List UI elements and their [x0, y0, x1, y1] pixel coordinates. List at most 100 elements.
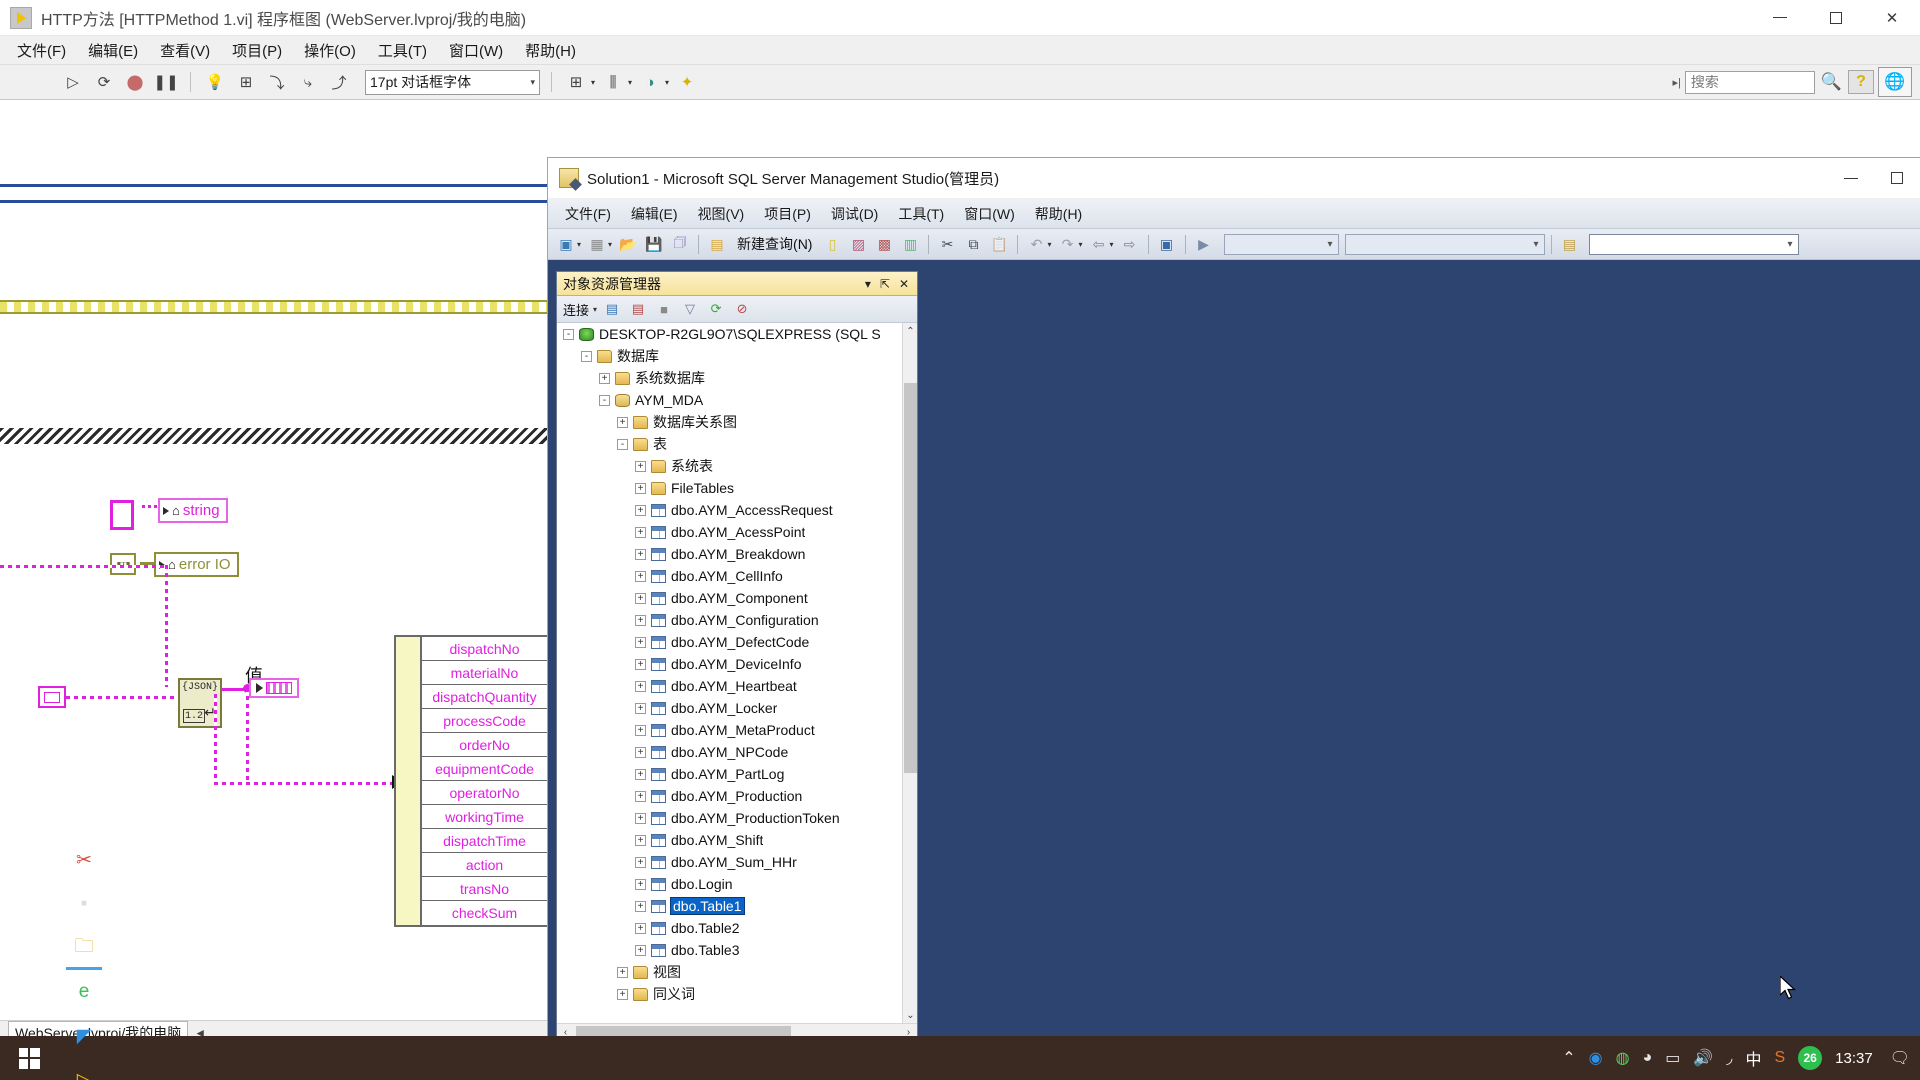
taskbar-snip-icon[interactable]: ✂ — [58, 838, 110, 882]
globe-icon[interactable]: 🌐 — [1878, 67, 1912, 97]
ssms-maximize-button[interactable] — [1874, 158, 1920, 199]
open-file-icon[interactable]: 📂 — [616, 232, 640, 256]
chevron-down-icon[interactable]: ▾ — [865, 277, 871, 291]
labview-maximize-button[interactable] — [1808, 0, 1864, 35]
tray-sogou-icon[interactable]: S — [1774, 1049, 1785, 1067]
cluster-field[interactable]: checkSum — [422, 901, 547, 925]
tree-node[interactable]: + dbo.AYM_NPCode — [557, 741, 917, 763]
expand-icon[interactable]: + — [635, 504, 646, 516]
stop-icon[interactable]: ■ — [653, 299, 675, 319]
cluster-field[interactable]: orderNo — [422, 733, 547, 757]
tree-node[interactable]: + dbo.AYM_Production — [557, 785, 917, 807]
connect-button[interactable]: 连接 — [563, 300, 589, 319]
menu-view[interactable]: 视图(V) — [688, 201, 755, 227]
save-icon[interactable]: 💾 — [642, 232, 666, 256]
tree-node[interactable]: - 数据库 — [557, 345, 917, 367]
menu-window[interactable]: 窗口(W) — [954, 201, 1025, 227]
tree-node[interactable]: + dbo.AYM_Sum_HHr — [557, 851, 917, 873]
expand-icon[interactable]: + — [635, 856, 646, 868]
tree-node[interactable]: + 视图 — [557, 961, 917, 983]
tray-chrome-icon[interactable]: ◉ — [1589, 1048, 1603, 1068]
cleanup-diagram-icon[interactable]: ✦ — [674, 69, 700, 95]
scroll-down-icon[interactable]: ⌄ — [903, 1007, 917, 1023]
expand-icon[interactable]: + — [635, 526, 646, 538]
pause-icon[interactable]: ❚❚ — [153, 69, 179, 95]
menu-tools[interactable]: 工具(T) — [888, 201, 954, 227]
tree-node[interactable]: + dbo.AYM_Breakdown — [557, 543, 917, 565]
expand-icon[interactable]: + — [635, 614, 646, 626]
db-engine-query-icon[interactable]: ▯ — [820, 232, 844, 256]
collapse-icon[interactable]: - — [599, 394, 610, 406]
expand-icon[interactable]: + — [635, 482, 646, 494]
tree-node-selected[interactable]: + dbo.Table1 — [557, 895, 917, 917]
expand-icon[interactable]: + — [617, 988, 628, 1000]
expand-icon[interactable]: + — [635, 680, 646, 692]
tray-badge[interactable]: 26 — [1798, 1046, 1823, 1070]
xmla-query-icon[interactable]: ▥ — [898, 232, 922, 256]
properties-icon[interactable]: ▣ — [1155, 232, 1179, 256]
expand-icon[interactable]: + — [635, 658, 646, 670]
tree-node[interactable]: + dbo.AYM_DefectCode — [557, 631, 917, 653]
chevron-down-icon[interactable]: ▾ — [593, 305, 597, 314]
scroll-thumb[interactable] — [904, 383, 917, 773]
tree-node[interactable]: + dbo.AYM_Component — [557, 587, 917, 609]
tree-node[interactable]: - DESKTOP-R2GL9O7\SQLEXPRESS (SQL S — [557, 323, 917, 345]
expand-icon[interactable]: + — [635, 790, 646, 802]
menu-edit[interactable]: 编辑(E) — [77, 37, 149, 64]
filter-icon[interactable]: ▽ — [679, 299, 701, 319]
tree-node[interactable]: + dbo.AYM_Configuration — [557, 609, 917, 631]
tree-node[interactable]: + dbo.AYM_DeviceInfo — [557, 653, 917, 675]
redo-icon[interactable]: ↷ — [1055, 232, 1079, 256]
find-combo[interactable]: ▾ — [1588, 233, 1799, 255]
expand-icon[interactable]: + — [599, 372, 610, 384]
tree-node[interactable]: + 同义词 — [557, 983, 917, 1005]
value-indicator[interactable] — [249, 678, 299, 698]
font-selector[interactable]: 17pt 对话框字体 ▾ — [365, 69, 540, 95]
cut-icon[interactable]: ✂ — [935, 232, 959, 256]
taskbar-labview-icon[interactable]: ▷ — [58, 1058, 110, 1080]
menu-file[interactable]: 文件(F) — [6, 37, 77, 64]
tree-node[interactable]: + dbo.AYM_CellInfo — [557, 565, 917, 587]
step-over-icon[interactable]: ⤷ — [295, 69, 321, 95]
cluster-field[interactable]: dispatchQuantity — [422, 685, 547, 709]
menu-tools[interactable]: 工具(T) — [367, 37, 438, 64]
tree-node[interactable]: - AYM_MDA — [557, 389, 917, 411]
start-button[interactable] — [0, 1036, 58, 1080]
error-io-terminal[interactable]: ◧◨ — [110, 553, 136, 575]
step-into-icon[interactable]: ⤵ — [264, 69, 290, 95]
run-icon[interactable]: ▷ — [60, 69, 86, 95]
tree-node[interactable]: + dbo.Table3 — [557, 939, 917, 961]
expand-icon[interactable]: + — [635, 460, 646, 472]
tree-node[interactable]: + dbo.AYM_MetaProduct — [557, 719, 917, 741]
string-label-box[interactable]: ⌂ string — [158, 498, 228, 523]
expand-icon[interactable]: + — [635, 570, 646, 582]
action-center-icon[interactable]: 🗨 — [1886, 1048, 1910, 1068]
tray-qq-icon[interactable]: ◕ — [1643, 1049, 1653, 1067]
new-project-icon[interactable]: ▣ — [554, 232, 578, 256]
cluster-field[interactable]: workingTime — [422, 805, 547, 829]
expand-icon[interactable]: + — [635, 944, 646, 956]
ssms-minimize-button[interactable] — [1828, 158, 1874, 199]
retain-wire-values-icon[interactable]: ⊞ — [233, 69, 259, 95]
open-solution-icon[interactable]: ▤ — [1558, 232, 1582, 256]
expand-icon[interactable]: + — [635, 746, 646, 758]
menu-project[interactable]: 项目(P) — [221, 37, 293, 64]
tree-node[interactable]: + dbo.Login — [557, 873, 917, 895]
paste-icon[interactable]: 📋 — [987, 232, 1011, 256]
expand-icon[interactable]: + — [635, 636, 646, 648]
tree-vertical-scrollbar[interactable]: ⌃ ⌄ — [902, 323, 917, 1023]
tree-node[interactable]: + dbo.AYM_ProductionToken — [557, 807, 917, 829]
expand-icon[interactable]: + — [635, 548, 646, 560]
expand-icon[interactable]: + — [635, 812, 646, 824]
tree-node[interactable]: + dbo.AYM_Shift — [557, 829, 917, 851]
mdx-query-icon[interactable]: ▩ — [872, 232, 896, 256]
disconnect-icon[interactable]: ▤ — [627, 299, 649, 319]
tree-node[interactable]: + dbo.AYM_AccessRequest — [557, 499, 917, 521]
labview-minimize-button[interactable] — [1752, 0, 1808, 35]
chevron-down-icon[interactable]: ▾ — [577, 240, 581, 249]
tray-chevron-icon[interactable]: ⌃ — [1562, 1048, 1575, 1068]
taskbar-app-blue-icon[interactable]: ◤ — [58, 1014, 110, 1058]
tree-node[interactable]: + FileTables — [557, 477, 917, 499]
tree-node[interactable]: + dbo.Table2 — [557, 917, 917, 939]
remove-icon[interactable]: ⊘ — [731, 299, 753, 319]
